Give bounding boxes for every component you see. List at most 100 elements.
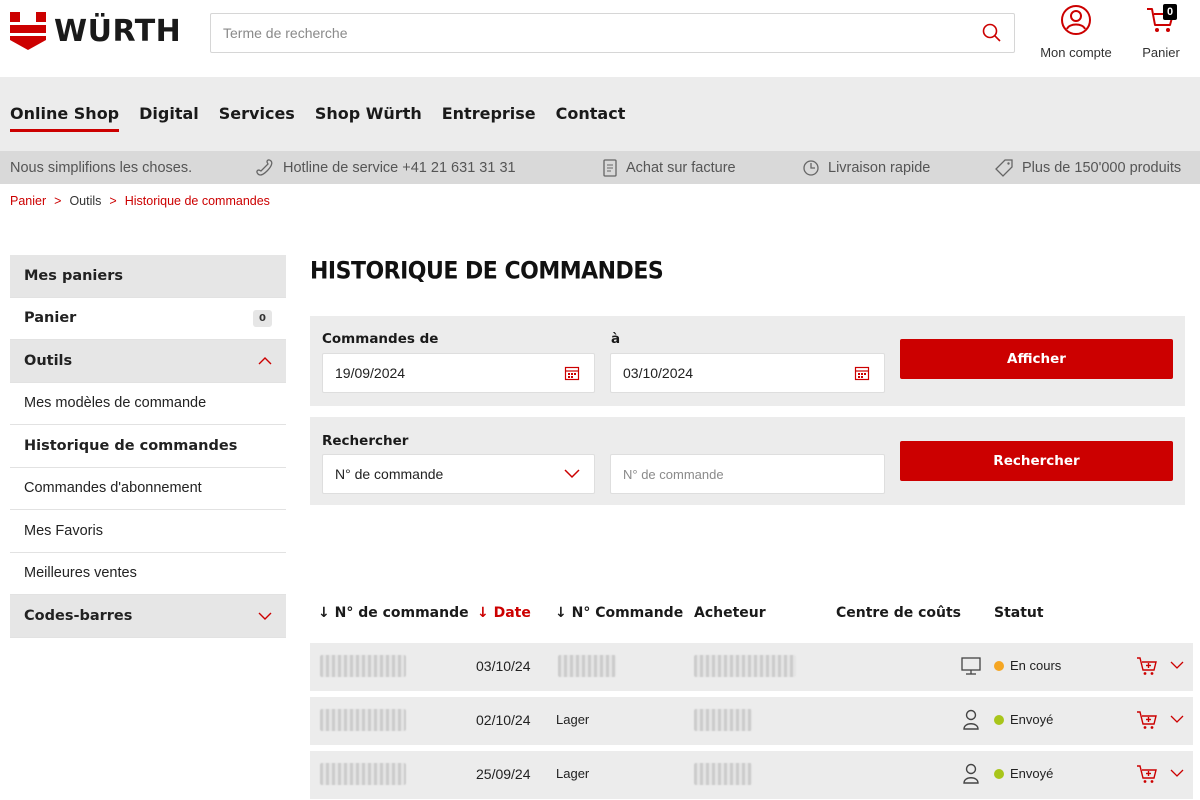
add-to-cart-icon[interactable]: [1136, 656, 1158, 676]
nav-online-shop[interactable]: Online Shop: [10, 104, 120, 132]
nav-services[interactable]: Services: [219, 104, 295, 132]
search-icon[interactable]: [982, 23, 1002, 43]
search-button[interactable]: Rechercher: [900, 441, 1173, 481]
chevron-down-icon: [258, 612, 272, 620]
orders-table-header: ↓ N° de commande ↓ Date ↓ N° Commande Ac…: [310, 605, 1185, 625]
nav-contact[interactable]: Contact: [556, 104, 626, 132]
add-to-cart-icon[interactable]: [1136, 764, 1158, 784]
user-icon: [963, 709, 979, 730]
status-dot: [994, 661, 1004, 671]
user-icon: [963, 763, 979, 784]
search-box: [210, 13, 1015, 53]
search-label: Rechercher: [322, 433, 409, 449]
invoice-icon: [603, 158, 617, 177]
col-order-number-label: N° de commande: [334, 605, 469, 621]
status-text: Envoyé: [1010, 712, 1054, 727]
sidebar-tools-label: Outils: [24, 352, 73, 369]
row-date: 25/09/24: [476, 766, 531, 782]
sidebar: Mes paniers Panier 0 Outils Mes modèles …: [10, 255, 286, 638]
breadcrumb-separator: >: [109, 194, 117, 208]
redacted-order-number: [320, 655, 406, 677]
to-date-field[interactable]: 03/10/2024: [610, 353, 885, 393]
sidebar-item-subscriptions[interactable]: Commandes d'abonnement: [10, 468, 286, 510]
sidebar-my-carts[interactable]: Mes paniers: [10, 255, 286, 298]
sidebar-item-subscriptions-label: Commandes d'abonnement: [24, 480, 202, 497]
invoice-text: Achat sur facture: [626, 159, 736, 176]
from-label: Commandes de: [322, 331, 439, 347]
redacted-order-number: [320, 709, 406, 731]
status-dot: [994, 769, 1004, 779]
cart-count-badge: 0: [1163, 4, 1177, 20]
status-badge: Envoyé: [994, 712, 1053, 727]
date-filter-panel: Commandes de 19/09/2024 à 03/10/2024 Aff…: [310, 316, 1185, 406]
col-order-number-2[interactable]: ↓ N° Commande: [555, 605, 683, 621]
show-button[interactable]: Afficher: [900, 339, 1173, 379]
sidebar-tools[interactable]: Outils: [10, 340, 286, 383]
search-type-value: N° de commande: [335, 466, 444, 482]
col-cost-center: Centre de coûts: [836, 605, 962, 621]
hotline-text: Hotline de service +41 21 631 31 31: [283, 159, 516, 176]
nav-entreprise[interactable]: Entreprise: [442, 104, 536, 132]
order-number-input[interactable]: N° de commande: [610, 454, 885, 494]
header: WÜRTH Mon compte 0 Panier: [0, 0, 1200, 77]
chevron-down-icon: [564, 469, 580, 479]
table-row[interactable]: 03/10/24 En cours: [310, 643, 1193, 691]
breadcrumb-panier[interactable]: Panier: [10, 194, 46, 208]
cart-label: Panier: [1142, 45, 1180, 60]
chevron-down-icon[interactable]: [1170, 769, 1184, 778]
sidebar-item-best-sellers[interactable]: Meilleures ventes: [10, 553, 286, 595]
row-date: 02/10/24: [476, 712, 531, 728]
breadcrumb: Panier > Outils > Historique de commande…: [10, 194, 270, 208]
sidebar-item-order-history[interactable]: Historique de commandes: [10, 425, 286, 468]
breadcrumb-outils[interactable]: Outils: [69, 194, 101, 208]
search-type-select[interactable]: N° de commande: [322, 454, 595, 494]
cart-link[interactable]: 0 Panier: [1135, 4, 1187, 60]
col-order-number[interactable]: ↓ N° de commande: [318, 605, 469, 621]
table-row[interactable]: 02/10/24 Lager Envoyé: [310, 697, 1193, 745]
col-date-label: Date: [493, 605, 531, 621]
to-label: à: [611, 331, 621, 347]
logo[interactable]: WÜRTH: [10, 12, 181, 50]
from-date-field[interactable]: 19/09/2024: [322, 353, 595, 393]
sidebar-item-order-templates[interactable]: Mes modèles de commande: [10, 383, 286, 425]
status-badge: En cours: [994, 658, 1061, 673]
status-badge: Envoyé: [994, 766, 1053, 781]
nav-digital[interactable]: Digital: [139, 104, 199, 132]
slogan: Nous simplifions les choses.: [10, 160, 192, 176]
calendar-icon[interactable]: [854, 365, 870, 381]
status-text: Envoyé: [1010, 766, 1054, 781]
col-status: Statut: [994, 605, 1044, 621]
search-panel: Rechercher N° de commande N° de commande…: [310, 417, 1185, 505]
hotline[interactable]: Hotline de service +41 21 631 31 31: [255, 158, 516, 177]
sidebar-item-cart[interactable]: Panier 0: [10, 298, 286, 340]
sidebar-item-order-history-label: Historique de commandes: [24, 437, 238, 454]
chevron-down-icon[interactable]: [1170, 715, 1184, 724]
account-label: Mon compte: [1040, 45, 1112, 60]
add-to-cart-icon[interactable]: [1136, 710, 1158, 730]
order-number-placeholder: N° de commande: [623, 466, 724, 482]
nav-shop-wurth[interactable]: Shop Würth: [315, 104, 422, 132]
products: Plus de 150'000 produits: [994, 158, 1181, 177]
redacted-buyer: [694, 763, 752, 785]
account-link[interactable]: Mon compte: [1036, 4, 1116, 60]
sidebar-barcodes-label: Codes-barres: [24, 607, 133, 624]
row-order-ref: Lager: [556, 766, 590, 781]
chevron-up-icon: [258, 356, 272, 365]
sidebar-item-favorites[interactable]: Mes Favoris: [10, 510, 286, 553]
search-input[interactable]: [211, 14, 951, 52]
sidebar-barcodes[interactable]: Codes-barres: [10, 595, 286, 638]
logo-text: WÜRTH: [54, 13, 182, 49]
breadcrumb-separator: >: [54, 194, 62, 208]
user-circle-icon: [1061, 5, 1091, 35]
page-title: HISTORIQUE DE COMMANDES: [310, 257, 664, 286]
sidebar-item-cart-label: Panier: [24, 310, 77, 327]
redacted-buyer: [694, 709, 752, 731]
col-date[interactable]: ↓ Date: [477, 605, 531, 621]
sidebar-item-order-templates-label: Mes modèles de commande: [24, 395, 207, 412]
chevron-down-icon[interactable]: [1170, 661, 1184, 670]
calendar-icon[interactable]: [564, 365, 580, 381]
table-row[interactable]: 25/09/24 Lager Envoyé: [310, 751, 1193, 799]
redacted-order-ref: [558, 655, 616, 677]
wurth-logo-icon: [10, 12, 46, 50]
from-date-value: 19/09/2024: [335, 365, 406, 381]
